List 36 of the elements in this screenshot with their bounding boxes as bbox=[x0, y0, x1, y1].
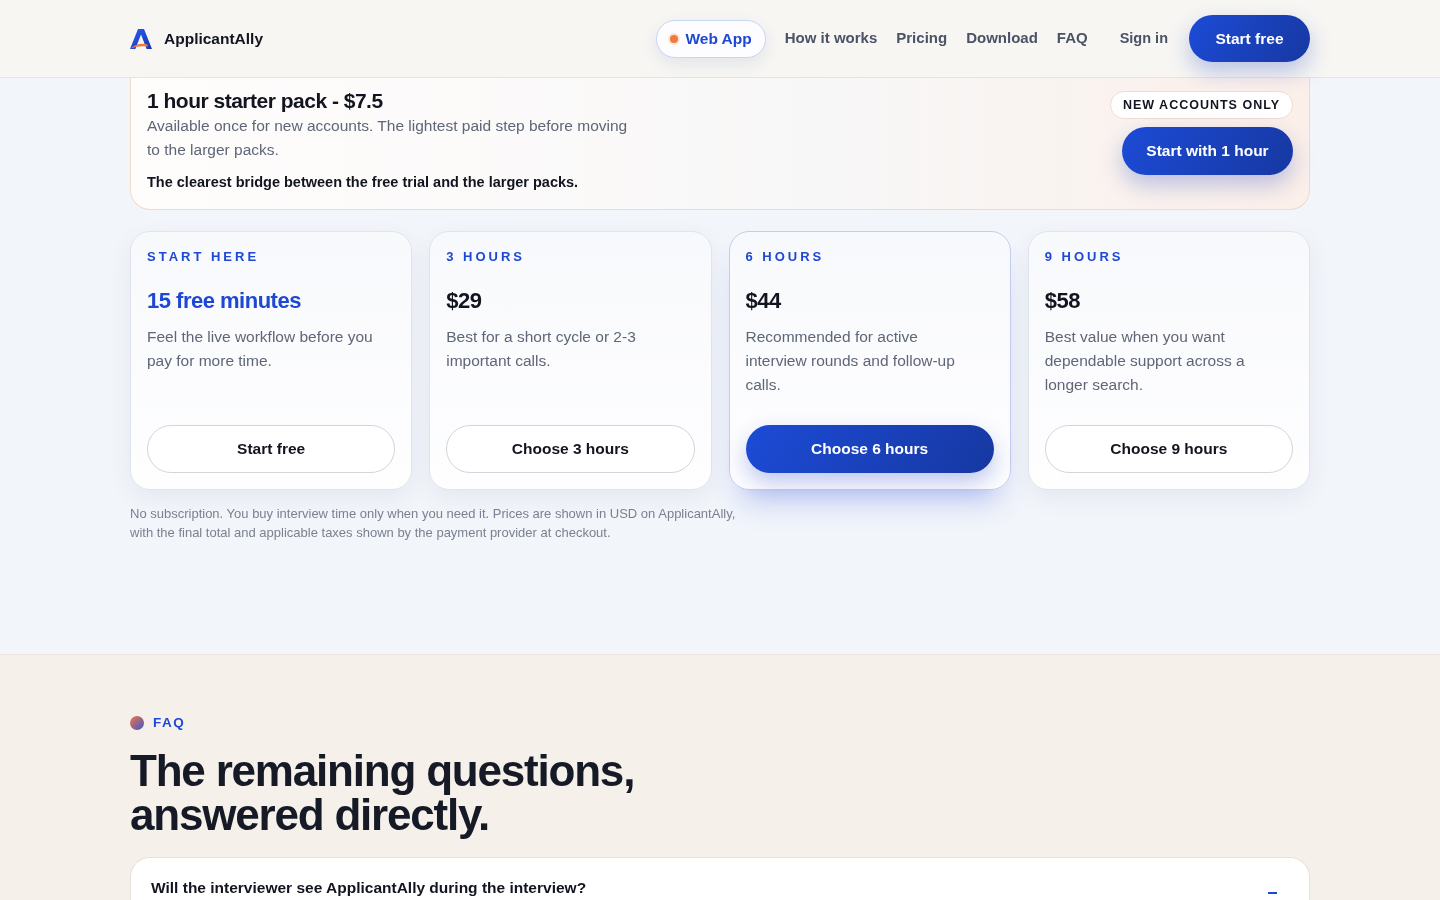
start-free-button[interactable]: Start free bbox=[1189, 15, 1310, 62]
status-dot-icon bbox=[668, 32, 681, 45]
nav-link[interactable]: Download bbox=[966, 27, 1038, 50]
plan-description: Best value when you want dependable support across a longer search. bbox=[1044, 327, 1246, 395]
plan-description: Recommended for active interview rounds and follow-up calls. bbox=[745, 327, 956, 395]
logo-icon bbox=[130, 28, 152, 49]
new-accounts-badge: NEW ACCOUNTS ONLY bbox=[1109, 91, 1293, 119]
plan-description: Best for a short cycle or 2-3 important calls. bbox=[446, 327, 637, 371]
pricing-footnote: No subscription. You buy interview time only when you need it. Prices are shown in USD on ApplicantAlly, with the final total and applicable taxes shown by the payment provider at checkout. bbox=[130, 505, 737, 542]
starter-pack-description: Available once for new accounts. The lightest paid step before moving to the larger packs. bbox=[147, 116, 629, 160]
nav-link[interactable]: Web App bbox=[656, 19, 766, 58]
plan-label: 6 HOURS bbox=[745, 249, 826, 265]
plan-button[interactable]: Start free bbox=[147, 425, 396, 473]
faq-eyebrow: FAQ bbox=[153, 714, 186, 732]
plan-description: Feel the live workflow before you pay for more time. bbox=[147, 327, 374, 371]
plan-price: $29 bbox=[446, 287, 483, 315]
plan-button[interactable]: Choose 9 hours bbox=[1044, 425, 1293, 473]
faq-heading: The remaining questions, answered directly. bbox=[130, 749, 636, 837]
nav-link[interactable]: FAQ bbox=[1056, 27, 1088, 50]
starter-pack-note: The clearest bridge between the free trial and the larger packs. bbox=[147, 173, 580, 192]
nav-link[interactable]: How it works bbox=[784, 27, 878, 50]
plan-price: $58 bbox=[1044, 287, 1081, 315]
plan-price: $44 bbox=[745, 287, 782, 315]
starter-pack-title: 1 hour starter pack - $7.5 bbox=[147, 88, 384, 114]
nav-link[interactable]: Pricing bbox=[896, 27, 948, 50]
plan-label: 9 HOURS bbox=[1044, 249, 1125, 265]
plan-price: 15 free minutes bbox=[147, 287, 302, 315]
plan-label: 3 HOURS bbox=[446, 249, 527, 265]
plan-button[interactable]: Choose 3 hours bbox=[446, 425, 695, 473]
sign-in-link[interactable]: Sign in bbox=[1119, 27, 1168, 50]
plan-label: START HERE bbox=[147, 249, 261, 265]
dot-icon bbox=[130, 716, 144, 730]
brand-link[interactable]: ApplicantAlly bbox=[130, 26, 264, 51]
faq-question-button[interactable]: Will the interviewer see ApplicantAlly during the interview? bbox=[151, 878, 1289, 898]
plan-button[interactable]: Choose 6 hours bbox=[745, 425, 994, 473]
start-with-1-hour-button[interactable]: Start with 1 hour bbox=[1122, 127, 1293, 175]
